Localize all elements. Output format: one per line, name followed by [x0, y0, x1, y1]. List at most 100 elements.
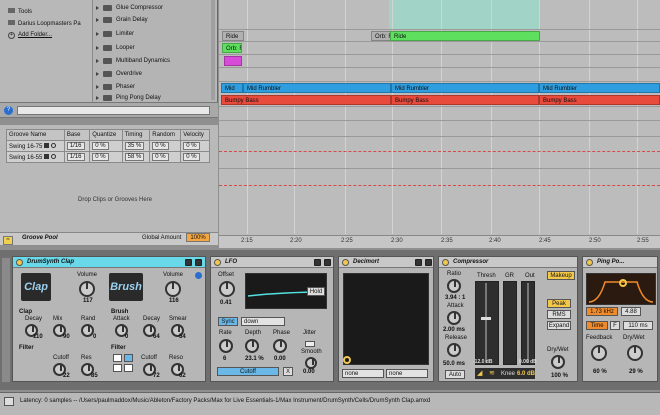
- mod-b-dropdown[interactable]: none: [386, 369, 428, 378]
- list-item[interactable]: Grain Delay: [96, 14, 148, 25]
- drumsynth-title[interactable]: DrumSynth Clap: [13, 257, 205, 268]
- edit-icon[interactable]: [415, 259, 422, 266]
- power-icon[interactable]: [442, 259, 449, 266]
- jitter-slider[interactable]: [305, 341, 315, 347]
- velocity-cell[interactable]: 0 %: [180, 151, 210, 163]
- q-field[interactable]: 4.88: [621, 307, 641, 316]
- list-item[interactable]: Looper: [96, 42, 135, 53]
- list-item[interactable]: Ping Pong Delay: [96, 94, 161, 102]
- chain-handle[interactable]: [2, 258, 10, 382]
- power-icon[interactable]: [16, 259, 23, 266]
- groove-name-cell[interactable]: Swing 16-55: [6, 151, 65, 163]
- brush-pad[interactable]: Brush: [109, 273, 143, 301]
- hot-swap-icon[interactable]: [44, 153, 50, 159]
- automation-line[interactable]: [219, 151, 660, 152]
- velocity-cell[interactable]: 0 %: [180, 140, 210, 152]
- map-target-button[interactable]: Cutoff: [217, 367, 279, 376]
- clip-mid-rumbler[interactable]: Mid Rumbler: [391, 83, 539, 93]
- save-icon[interactable]: [425, 259, 432, 266]
- commit-icon[interactable]: [50, 142, 56, 148]
- info-icon[interactable]: [195, 272, 202, 279]
- expand-triangle-icon[interactable]: [96, 96, 99, 100]
- rate-knob[interactable]: [219, 339, 233, 353]
- power-icon[interactable]: [214, 259, 221, 266]
- clip-mid-rumbler[interactable]: Mid Rumbler: [243, 83, 391, 93]
- loop-region[interactable]: [389, 0, 539, 30]
- knee-value[interactable]: 6.0 dB: [517, 371, 535, 377]
- rms-button[interactable]: RMS: [547, 310, 571, 319]
- filter-type-bp[interactable]: [124, 354, 133, 362]
- save-icon[interactable]: [195, 259, 202, 266]
- timing-cell[interactable]: 35 %: [121, 140, 151, 152]
- quantize-cell[interactable]: 0 %: [89, 151, 123, 163]
- filter-handle-icon[interactable]: [619, 279, 627, 287]
- delay-time-field[interactable]: 110 ms: [623, 321, 653, 330]
- display-icon[interactable]: ≋: [489, 370, 495, 377]
- xy-handle-icon[interactable]: [343, 356, 351, 364]
- expand-triangle-icon[interactable]: [96, 58, 99, 63]
- list-item[interactable]: Phaser: [96, 81, 135, 92]
- hot-swap-icon[interactable]: [44, 142, 50, 148]
- commit-icon[interactable]: [50, 153, 56, 159]
- direction-dropdown[interactable]: down: [241, 317, 285, 326]
- info-view-toggle-icon[interactable]: [4, 397, 14, 406]
- clap-volume-knob[interactable]: [79, 281, 95, 297]
- threshold-meter[interactable]: [475, 281, 499, 365]
- base-cell[interactable]: 1/16: [63, 140, 91, 152]
- filter-display[interactable]: [586, 273, 656, 305]
- search-icon[interactable]: ?: [4, 106, 13, 115]
- freq-field[interactable]: 1.73 kHz: [586, 307, 618, 316]
- release-knob[interactable]: [447, 343, 461, 357]
- power-icon[interactable]: [342, 259, 349, 266]
- clap-pad[interactable]: Clap: [21, 273, 51, 301]
- attack-knob[interactable]: [447, 311, 461, 325]
- offset-knob[interactable]: [219, 281, 235, 297]
- drywet-knob[interactable]: [627, 345, 643, 361]
- groove-name-cell[interactable]: Swing 16-75: [6, 140, 65, 152]
- expand-triangle-icon[interactable]: [96, 71, 99, 76]
- expand-triangle-icon[interactable]: [96, 45, 99, 50]
- base-cell[interactable]: 1/16: [63, 151, 91, 163]
- save-icon[interactable]: [324, 259, 331, 266]
- edit-icon[interactable]: [314, 259, 321, 266]
- filter-type-notch[interactable]: [124, 364, 133, 372]
- list-item[interactable]: Multiband Dynamics: [96, 55, 170, 66]
- makeup-button[interactable]: Makeup: [547, 271, 575, 280]
- timeline-ruler[interactable]: 2:15 2:20 2:25 2:30 2:35 2:40 2:45 2:50 …: [219, 235, 660, 248]
- clip-ride-main[interactable]: Ride: [390, 31, 540, 41]
- groove-icon[interactable]: ≈: [3, 236, 13, 245]
- ratio-knob[interactable]: [447, 279, 461, 293]
- peak-button[interactable]: Peak: [547, 299, 571, 308]
- mod-a-dropdown[interactable]: none: [342, 369, 384, 378]
- phase-knob[interactable]: [273, 339, 287, 353]
- expand-triangle-icon[interactable]: [96, 84, 99, 89]
- clip-bumpy-bass[interactable]: Bumpy Bass: [221, 95, 391, 105]
- pingpong-title[interactable]: Ping Po...: [583, 257, 657, 268]
- expand-triangle-icon[interactable]: [96, 5, 99, 10]
- arrangement-view[interactable]: Ride Orb: R Ride Orb: R Mid Mid Rumbler …: [219, 0, 660, 248]
- compressor-title[interactable]: Compressor: [439, 257, 577, 268]
- browser-scrollbar[interactable]: [211, 0, 215, 100]
- clip-ride-small[interactable]: Ride: [222, 31, 244, 41]
- clip-bumpy-bass[interactable]: Bumpy Bass: [539, 95, 660, 105]
- unmap-button[interactable]: X: [283, 367, 293, 376]
- add-folder-button[interactable]: + Add Folder...: [8, 32, 52, 39]
- list-item[interactable]: Glue Compressor: [96, 2, 163, 13]
- auto-release-button[interactable]: Auto: [445, 370, 465, 379]
- threshold-slider-handle[interactable]: [481, 317, 491, 320]
- clip-magenta[interactable]: [224, 56, 242, 66]
- global-amount-field[interactable]: 100%: [186, 233, 210, 242]
- decimort-display[interactable]: [343, 273, 429, 365]
- timing-cell[interactable]: 58 %: [121, 151, 151, 163]
- expand-triangle-icon[interactable]: [96, 31, 99, 36]
- smooth-knob[interactable]: [305, 357, 317, 369]
- hold-button[interactable]: Hold: [307, 287, 325, 296]
- places-item-darius[interactable]: Darius Loopmasters Pa: [8, 20, 81, 27]
- edit-icon[interactable]: [185, 259, 192, 266]
- sidechain-icon[interactable]: ◢: [477, 370, 482, 377]
- power-icon[interactable]: [586, 259, 593, 266]
- search-input[interactable]: [17, 106, 210, 115]
- automation-line[interactable]: [219, 185, 660, 186]
- freeze-button[interactable]: F: [610, 321, 620, 330]
- filter-type-hp[interactable]: [113, 364, 122, 372]
